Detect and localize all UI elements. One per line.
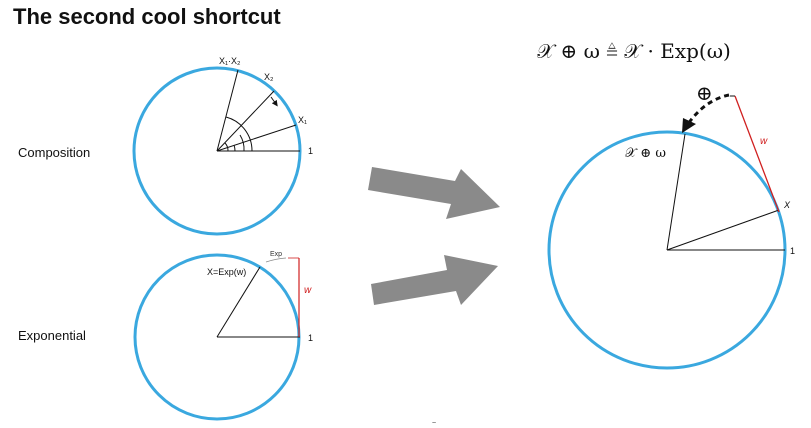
composition-ray-x1x2 <box>216 69 239 152</box>
label-x-exp: X=Exp(w) <box>207 267 246 277</box>
label-x-oplus-w: 𝒳 ⊕ ω <box>625 146 666 161</box>
oplus-symbol: ⊕ <box>696 81 713 105</box>
label-w-exponential: w <box>304 285 312 296</box>
diagram-canvas: X₁·X₂ X₂ X₁ 1 Exp X=Exp(w) w 1 𝒳 ⊕ ω ≜ 𝒳… <box>132 39 795 427</box>
right-tangent-w <box>734 95 780 213</box>
label-one-exponential: 1 <box>308 333 313 343</box>
right-ray-x-oplus-w <box>666 133 686 251</box>
label-w-right: w <box>760 136 768 147</box>
label-one-composition: 1 <box>308 146 313 156</box>
right-diagram: 𝒳 ⊕ ω ≜ 𝒳 · Exp(ω) ⊕ 𝒳 ⊕ ω w X 1 <box>537 39 795 370</box>
label-exp-tag: Exp <box>270 251 282 258</box>
angle-arc-x2-b <box>224 142 229 152</box>
label-x-right: X <box>783 200 791 210</box>
exp-mapping-arc <box>265 257 287 263</box>
equation: 𝒳 ⊕ ω ≜ 𝒳 · Exp(ω) <box>537 39 731 63</box>
composition-small-arrow <box>270 96 278 107</box>
exponential-diagram: Exp X=Exp(w) w 1 <box>133 251 313 421</box>
label-x2: X₂ <box>264 72 274 82</box>
composition-diagram: X₁·X₂ X₂ X₁ 1 <box>132 56 313 236</box>
label-x1x2: X₁·X₂ <box>219 56 241 66</box>
label-one-right: 1 <box>790 246 795 256</box>
footer-glyph: ~ <box>432 420 436 427</box>
exponential-ray-x <box>216 266 261 338</box>
angle-arc-x1x2 <box>225 116 253 152</box>
label-x1: X₁ <box>298 115 307 125</box>
grey-arrow-top <box>368 167 500 219</box>
right-ray-x <box>666 209 780 251</box>
angle-arc-x1 <box>233 144 236 152</box>
grey-arrow-bottom <box>371 255 498 305</box>
